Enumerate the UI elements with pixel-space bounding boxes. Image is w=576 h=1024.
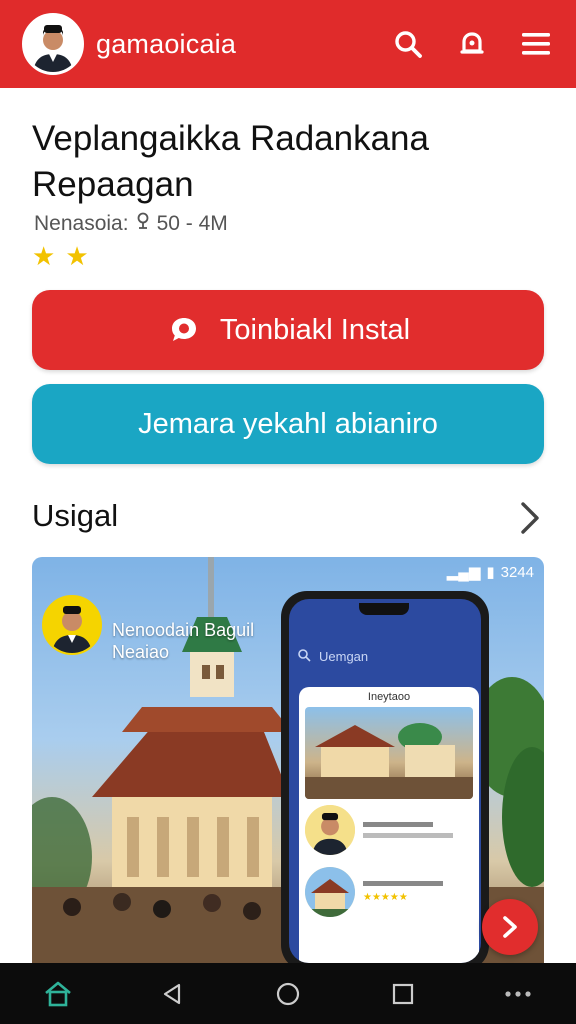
card-row — [299, 799, 479, 861]
title-line-2: Repaagan — [32, 165, 194, 204]
banner-next-button[interactable] — [482, 899, 538, 955]
more-icon[interactable] — [490, 969, 546, 1019]
promo-avatar — [42, 595, 102, 655]
phone-notch — [359, 603, 409, 615]
home-circle-icon[interactable] — [260, 969, 316, 1019]
star-icon: ★ — [32, 241, 56, 271]
card-row: ★★★★★ — [299, 861, 479, 923]
mini-avatar — [305, 805, 355, 855]
app-meta: Nenasoia: 50 - 4M — [34, 212, 228, 236]
card-header: Ineytaoo — [367, 691, 411, 703]
status-bar: ▂▄▆ ▮ 3244 — [446, 563, 534, 582]
card-image — [305, 707, 473, 799]
meta-label: Nenasoia: — [34, 212, 129, 235]
back-icon[interactable] — [145, 969, 201, 1019]
status-time: 3244 — [500, 563, 534, 581]
secondary-action-button[interactable]: Jemara yekahl abianiro — [32, 384, 544, 464]
home-icon[interactable] — [30, 969, 86, 1019]
phone-search-bar: Uemgan — [297, 641, 473, 671]
system-nav-bar — [0, 963, 576, 1024]
star-rating: ★ ★ — [32, 242, 89, 270]
chevron-right-icon — [503, 916, 517, 938]
promo-line-1: Nenoodain Baguil — [112, 620, 255, 640]
install-button-label: Toinbiakl Instal — [219, 313, 411, 346]
section-title: Usigal — [32, 498, 119, 533]
meta-value: 50 - 4M — [156, 212, 228, 235]
download-icon — [135, 212, 151, 236]
search-icon — [297, 648, 311, 665]
avatar-person-icon — [25, 16, 81, 72]
phone-content-card: Ineytaoo ★★★★★ — [299, 687, 479, 963]
mini-text-placeholder — [363, 822, 453, 838]
promo-text: Nenoodain Baguil Neaiao — [112, 619, 254, 663]
secondary-button-label: Jemara yekahl abianiro — [138, 407, 438, 440]
phone-mockup: Uemgan Ineytaoo ★★★★★ — [281, 591, 489, 963]
menu-icon[interactable] — [516, 24, 556, 64]
profile-avatar[interactable] — [22, 13, 84, 75]
notification-icon[interactable] — [452, 24, 492, 64]
app-title: gamaoicaia — [96, 28, 237, 59]
phone-search-text: Uemgan — [319, 648, 369, 664]
chat-bubble-icon — [166, 312, 202, 348]
promo-banner[interactable]: ▂▄▆ ▮ 3244 Nenoodain Baguil Neaiao Uemga… — [32, 557, 544, 963]
title-line-1: Veplangaikka Radankana — [32, 119, 429, 158]
app-bar: gamaoicaia — [0, 0, 576, 88]
install-button[interactable]: Toinbiakl Instal — [32, 290, 544, 370]
mini-thumbnail — [305, 867, 355, 917]
mini-text-placeholder: ★★★★★ — [363, 881, 443, 903]
search-icon[interactable] — [388, 24, 428, 64]
signal-icon: ▂▄▆ — [446, 564, 481, 581]
recents-icon[interactable] — [375, 969, 431, 1019]
star-icon: ★ — [65, 241, 89, 271]
chevron-right-icon[interactable] — [512, 498, 548, 538]
phone-screen: Uemgan Ineytaoo ★★★★★ — [289, 599, 481, 963]
promo-line-2: Neaiao — [112, 642, 170, 662]
app-listing-title: Veplangaikka Radankana Repaagan — [32, 116, 552, 208]
battery-icon: ▮ — [486, 564, 495, 581]
